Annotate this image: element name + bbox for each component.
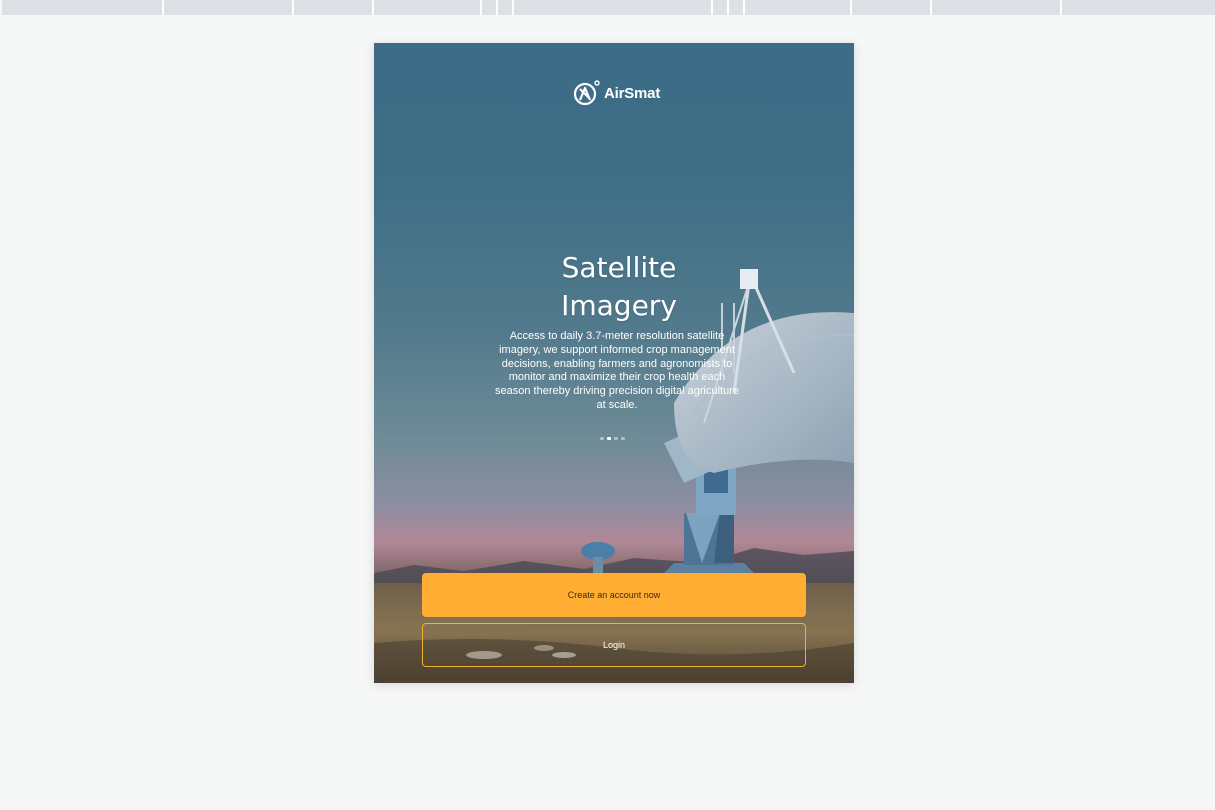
page-title: Satellite Imagery (504, 249, 734, 325)
strip-divider (1060, 0, 1062, 15)
pager-dot[interactable] (614, 437, 618, 440)
strip-divider (372, 0, 374, 15)
title-line-1: Satellite (561, 251, 677, 284)
brand-logo: AirSmat (573, 79, 660, 107)
brand-name: AirSmat (604, 84, 661, 102)
title-line-2: Imagery (561, 289, 677, 322)
pager-dot[interactable] (621, 437, 625, 440)
satellite-logo-icon (573, 80, 600, 106)
create-account-label: Create an account now (567, 590, 661, 600)
strip-divider (496, 0, 498, 15)
strip-divider (727, 0, 729, 15)
onboarding-screen: AirSmat Satellite Imagery Access to dail… (374, 43, 854, 683)
strip-divider (292, 0, 294, 15)
strip-divider (850, 0, 852, 15)
login-label: Login (602, 640, 626, 650)
create-account-button[interactable]: Create an account now (422, 573, 806, 617)
pager-dot[interactable] (607, 437, 611, 440)
strip-divider (512, 0, 514, 15)
browser-top-strip (2, 0, 1215, 15)
strip-divider (930, 0, 932, 15)
feature-description: Access to daily 3.7-meter resolution sat… (495, 330, 739, 411)
strip-divider (711, 0, 713, 15)
strip-divider (743, 0, 745, 15)
strip-divider (162, 0, 164, 15)
strip-divider (480, 0, 482, 15)
login-button[interactable]: Login (422, 623, 806, 667)
pager-dot[interactable] (600, 437, 604, 440)
carousel-pager (600, 437, 625, 440)
